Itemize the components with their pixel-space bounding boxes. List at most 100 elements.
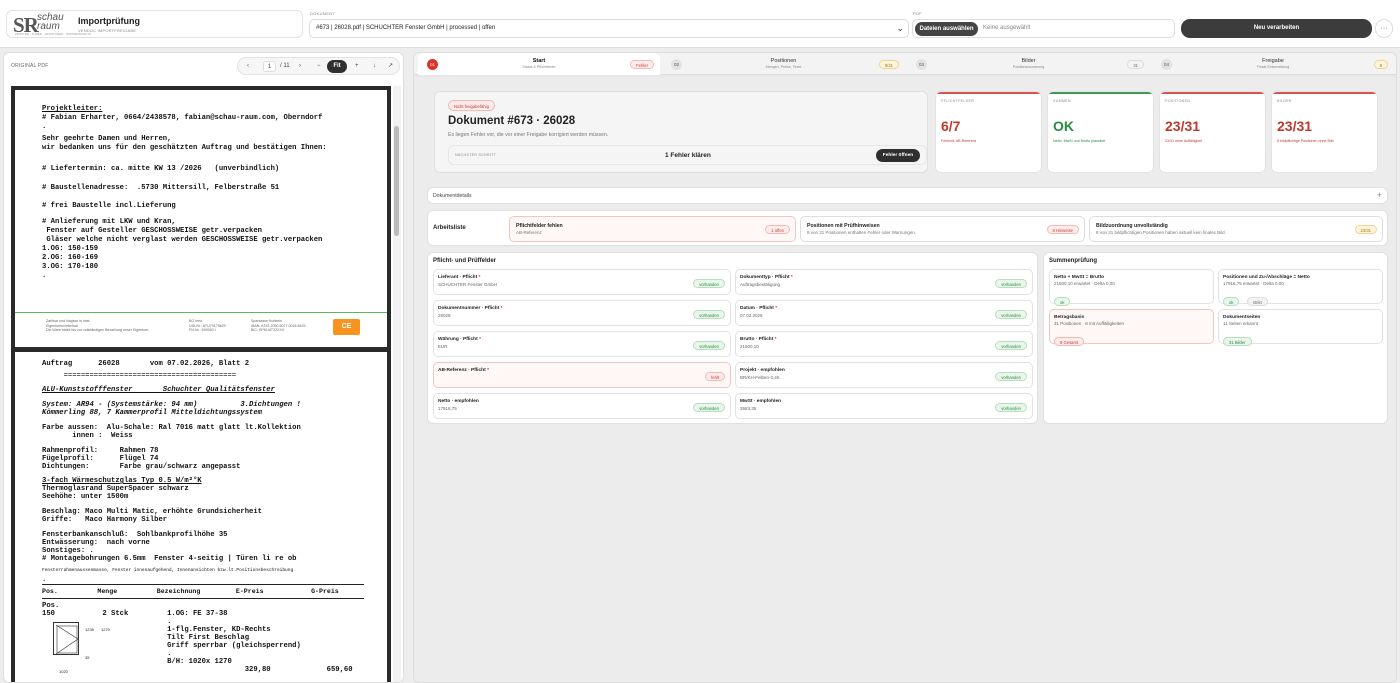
field-label: AB-Referenz · Pflicht *	[438, 368, 489, 373]
field-waehrung[interactable]: Währung · Pflicht * EUR vorhanden	[433, 331, 731, 357]
stat-description: Fehlend: AB-Referenz	[941, 139, 977, 143]
sum-check-item[interactable]: Positionen und Zu-/Abschläge = Netto 179…	[1218, 269, 1383, 306]
tab-bilder[interactable]: 03 Bilder Positionszuordnung 31	[907, 53, 1150, 75]
field-ab-referenz[interactable]: AB-Referenz · Pflicht * fehlt	[433, 362, 731, 388]
stat-positionen[interactable]: POSITIONEN 23/31 23/31 ohne Auffälligkei…	[1159, 91, 1266, 173]
stat-value: 23/31	[1277, 118, 1313, 134]
top-bar: SR schau raum FENSTER · TÜREN · HAUSTÜRE…	[0, 0, 1400, 48]
field-dokumenttyp[interactable]: Dokumenttyp · Pflicht * Auftragsbestätig…	[735, 269, 1033, 295]
worklist-item[interactable]: Positionen mit Prüfhinweisen 8 von 31 Po…	[800, 216, 1085, 242]
pdf-line: Pos.	[42, 602, 60, 610]
field-label: Dokumentnummer · Pflicht *	[438, 306, 503, 311]
dim-height: 1235	[85, 627, 94, 632]
dim-width: 1020	[59, 669, 68, 674]
required-marker: *	[500, 306, 503, 311]
prev-page-button[interactable]: ‹	[247, 58, 249, 75]
field-projekt[interactable]: Projekt · empfohlen BR/KH-Felben-3,4K vo…	[735, 362, 1033, 388]
pdf-line: Fügelprofil: Flügel 74	[42, 455, 159, 463]
pdf-viewer[interactable]: Projektleiter: # Fabian Erharter, 0664/2…	[11, 86, 391, 682]
expand-icon[interactable]: +	[1377, 190, 1382, 200]
field-value: 17916,75	[438, 406, 457, 411]
logo-raum: raum	[37, 21, 60, 32]
required-marker: *	[774, 337, 777, 342]
stat-bilder[interactable]: BILDER 23/31 8 bildpflichtige Positionen…	[1271, 91, 1378, 173]
field-value: SCHUCHTER Fenster GmbH	[438, 282, 498, 287]
file-input[interactable]: Dateien auswählen Keine ausgewählt	[912, 19, 1175, 38]
fit-button[interactable]: Fit	[327, 60, 347, 73]
zoom-in-button[interactable]: +	[355, 58, 359, 75]
field-brutto[interactable]: Brutto · Pflicht * 21500,10 vorhanden	[735, 331, 1033, 357]
document-details-label: Dokumentdetails	[433, 193, 472, 199]
document-select[interactable]: #673 | 26028.pdf | SCHUCHTER Fenster Gmb…	[309, 19, 909, 38]
pdf-line: Seehöhe: unter 1500m	[42, 493, 129, 501]
field-status-badge: vorhanden	[693, 279, 725, 288]
tab-freigabe[interactable]: 04 Freigabe Finale Entscheidung 8	[1152, 53, 1394, 75]
field-datum[interactable]: Datum · Pflicht * 07.02.2026 vorhanden	[735, 300, 1033, 326]
worklist-item[interactable]: Bildzuordnung unvollständig 8 von 31 bil…	[1089, 216, 1383, 242]
pdf-panel-title: ORIGINAL PDF	[11, 63, 49, 69]
stat-summen[interactable]: SUMMEN OK Netto, MwSt und Brutto plausib…	[1047, 91, 1154, 173]
pdf-line: # frei Baustelle incl.Lieferung	[42, 202, 176, 210]
more-menu-button[interactable]: ···	[1375, 19, 1393, 38]
step-tabs: 01 Start Status & Pflichtfelder Fehler 0…	[414, 53, 1396, 75]
document-details-toggle[interactable]: Dokumentdetails +	[427, 187, 1388, 204]
pdf-scrollbar[interactable]	[393, 86, 401, 682]
required-fields-card: Pflicht- und Prüffelder Lieferant · Pfli…	[427, 252, 1038, 424]
zoom-out-button[interactable]: −	[317, 58, 321, 75]
stat-bar	[1160, 92, 1265, 94]
tab-start[interactable]: 01 Start Status & Pflichtfelder Fehler	[418, 53, 660, 75]
pdf-line: System: AR94 - (Systemstärke: 94 mm) 3.D…	[42, 401, 301, 409]
field-label-text: Brutto · Pflicht	[740, 337, 774, 342]
tab-positionen[interactable]: 02 Positionen Mengen, Preise, Texte 8/31	[662, 53, 905, 75]
field-value: 21500,10	[740, 344, 759, 349]
field-value: EUR	[438, 344, 448, 349]
next-page-button[interactable]: ›	[299, 58, 301, 75]
pdf-line: # Baustellenadresse: .5730 Mittersill, F…	[42, 184, 280, 192]
tab-subtitle: Status & Pflichtfelder	[522, 65, 556, 69]
stat-value: OK	[1053, 118, 1074, 134]
field-label-text: Lieferant · Pflicht	[438, 275, 478, 280]
stat-label: PFLICHTFELDER	[941, 99, 975, 103]
document-select-value: #673 | 26028.pdf | SCHUCHTER Fenster Gmb…	[316, 25, 496, 31]
next-step-label: NÄCHSTER SCHRITT	[455, 153, 497, 157]
stat-pflichtfelder[interactable]: PFLICHTFELDER 6/7 Fehlend: AB-Referenz	[935, 91, 1042, 173]
pdf-line: .	[42, 576, 47, 584]
pdf-line: 329,80 659,60	[42, 666, 353, 674]
field-label-text: AB-Referenz · Pflicht	[438, 368, 486, 373]
pdf-line: .	[42, 272, 47, 280]
sum-check-item-chips: ok	[1054, 291, 1073, 309]
open-errors-button[interactable]: Fehler öffnen	[876, 149, 920, 162]
reprocess-button[interactable]: Neu verarbeiten	[1181, 19, 1372, 38]
field-dokumentnummer[interactable]: Dokumentnummer · Pflicht * 26028 vorhand…	[433, 300, 731, 326]
required-marker: *	[487, 368, 489, 373]
pdf-line: Farbe aussen: Alu-Schale: Ral 7016 matt …	[42, 424, 301, 432]
sum-check-item-value: 11 Seiten erkannt	[1223, 321, 1258, 326]
field-netto[interactable]: Netto · empfohlen 17916,75 vorhanden	[433, 393, 731, 419]
sum-check-item[interactable]: Netto + MwSt = Brutto 21500,10 erwartet …	[1049, 269, 1214, 306]
choose-files-button[interactable]: Dateien auswählen	[915, 22, 978, 36]
brand-area: SR schau raum FENSTER · TÜREN · HAUSTÜRE…	[6, 10, 303, 38]
sum-check-chip: 8 Gesamt	[1054, 337, 1085, 346]
field-mwst[interactable]: MwSt · empfohlen 3583,35 vorhanden	[735, 393, 1033, 419]
worklist-item[interactable]: Pflichtfelder fehlen AB-Referenz 1 offen	[509, 216, 796, 242]
open-external-icon[interactable]: ↗	[388, 58, 393, 75]
next-step-value: 1 Fehler klären	[665, 152, 711, 159]
pdf-footer-text: FN-Nr.: 599940 t	[189, 328, 216, 333]
field-status-badge: vorhanden	[995, 279, 1027, 288]
pdf-scrollbar-thumb[interactable]	[394, 126, 399, 236]
page-number-input[interactable]: 1	[263, 61, 276, 72]
required-fields-title: Pflicht- und Prüffelder	[433, 258, 496, 264]
sum-check-chip: strikt	[1246, 297, 1268, 306]
worklist-item-title: Pflichtfelder fehlen	[516, 223, 563, 229]
sum-check-item-title: Netto + MwSt = Brutto	[1054, 275, 1105, 280]
sum-check-item[interactable]: Betragsbasis 31 Positionen · 8 mit Auffä…	[1049, 309, 1214, 346]
field-label: Projekt · empfohlen	[740, 368, 785, 373]
pdf-line: Fensterbankanschluß: Sohlbankprofilhöhe …	[42, 531, 228, 539]
field-lieferant[interactable]: Lieferant · Pflicht * SCHUCHTER Fenster …	[433, 269, 731, 295]
stat-description: 23/31 ohne Auffälligkeit	[1165, 139, 1203, 143]
sum-check-chip: 31 Bilder	[1223, 337, 1252, 346]
sum-check-item[interactable]: Dokumentseiten 11 Seiten erkannt 31 Bild…	[1218, 309, 1383, 346]
field-value: 26028	[438, 313, 451, 318]
sum-check-item-value: 21500,10 erwartet · Delta 0,00	[1054, 281, 1115, 286]
download-icon[interactable]: ↓	[373, 58, 376, 75]
